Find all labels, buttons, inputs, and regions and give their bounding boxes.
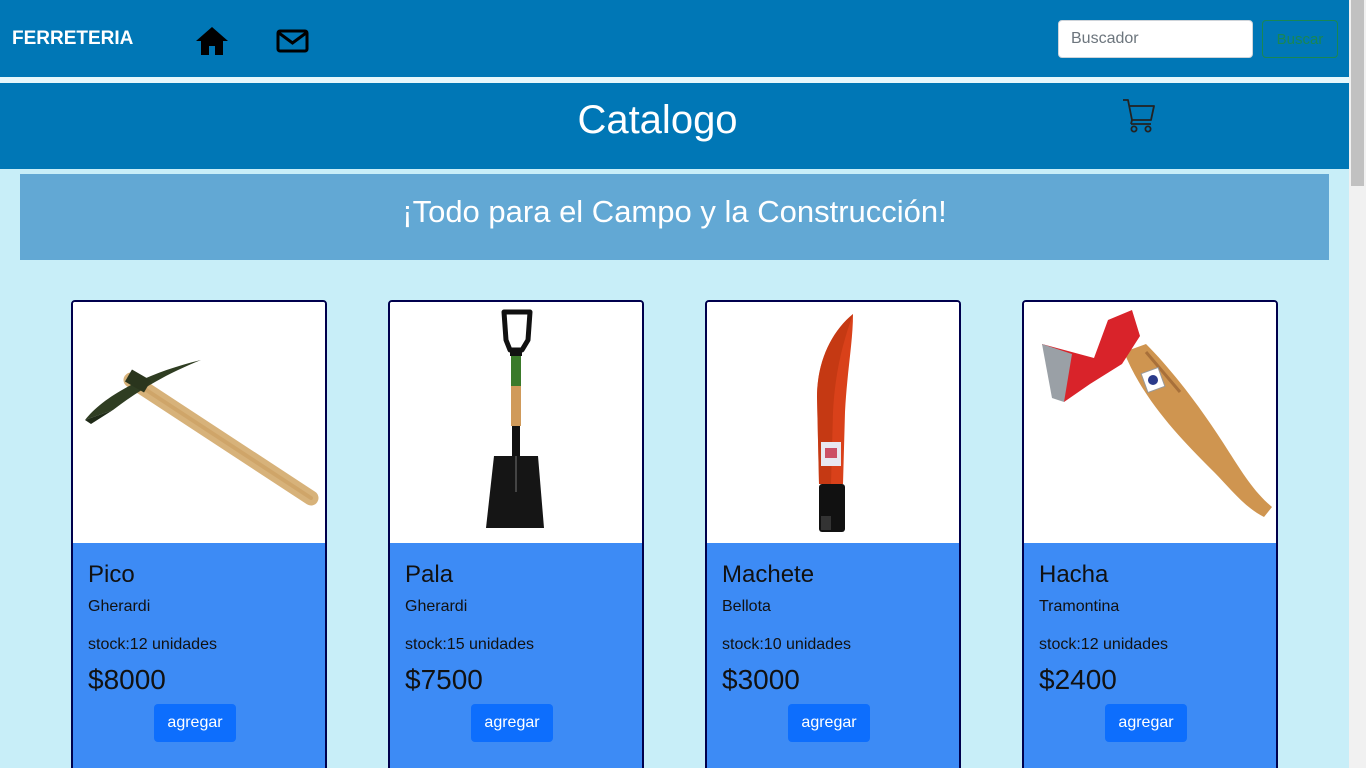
product-name: Hacha [1039,561,1109,588]
product-brand: Tramontina [1039,598,1120,615]
cart-icon[interactable] [1120,96,1158,134]
product-stock: stock:15 unidades [405,636,534,653]
brand-logo[interactable]: FERRETERIA [12,28,133,50]
product-stock: stock:10 unidades [722,636,851,653]
product-brand: Bellota [722,598,771,615]
mail-icon[interactable] [276,25,310,57]
product-card-pico: Pico Gherardi stock:12 unidades $8000 ag… [71,300,327,768]
add-to-cart-button[interactable]: agregar [788,704,870,742]
promo-banner-text: ¡Todo para el Campo y la Construcción! [402,194,947,229]
home-icon[interactable] [195,25,229,57]
add-to-cart-button[interactable]: agregar [1105,704,1187,742]
product-name: Machete [722,561,815,588]
product-brand: Gherardi [405,598,468,615]
product-price: $8000 [88,664,166,695]
product-card-pala: Pala Gherardi stock:15 unidades $7500 ag… [388,300,644,768]
product-stock: stock:12 unidades [1039,636,1168,653]
product-image-hacha [1024,302,1276,543]
product-image-machete [707,302,959,543]
product-image-pala [390,302,642,543]
add-to-cart-button[interactable]: agregar [154,704,236,742]
add-to-cart-button[interactable]: agregar [471,704,553,742]
product-card-hacha: Hacha Tramontina stock:12 unidades $2400… [1022,300,1278,768]
page: FERRETERIA Buscar Catalogo ¡Todo para el… [0,0,1366,768]
product-name: Pala [405,561,454,588]
product-brand: Gherardi [88,598,151,615]
product-name: Pico [88,561,135,588]
search-input[interactable] [1058,20,1253,58]
product-stock: stock:12 unidades [88,636,217,653]
product-image-pico [73,302,325,543]
product-price: $3000 [722,664,800,695]
product-card-machete: Machete Bellota stock:10 unidades $3000 … [705,300,961,768]
page-title: Catalogo [577,98,738,142]
product-price: $2400 [1039,664,1117,695]
product-price: $7500 [405,664,483,695]
scrollbar-thumb[interactable] [1351,0,1364,186]
search-button[interactable]: Buscar [1262,20,1338,58]
